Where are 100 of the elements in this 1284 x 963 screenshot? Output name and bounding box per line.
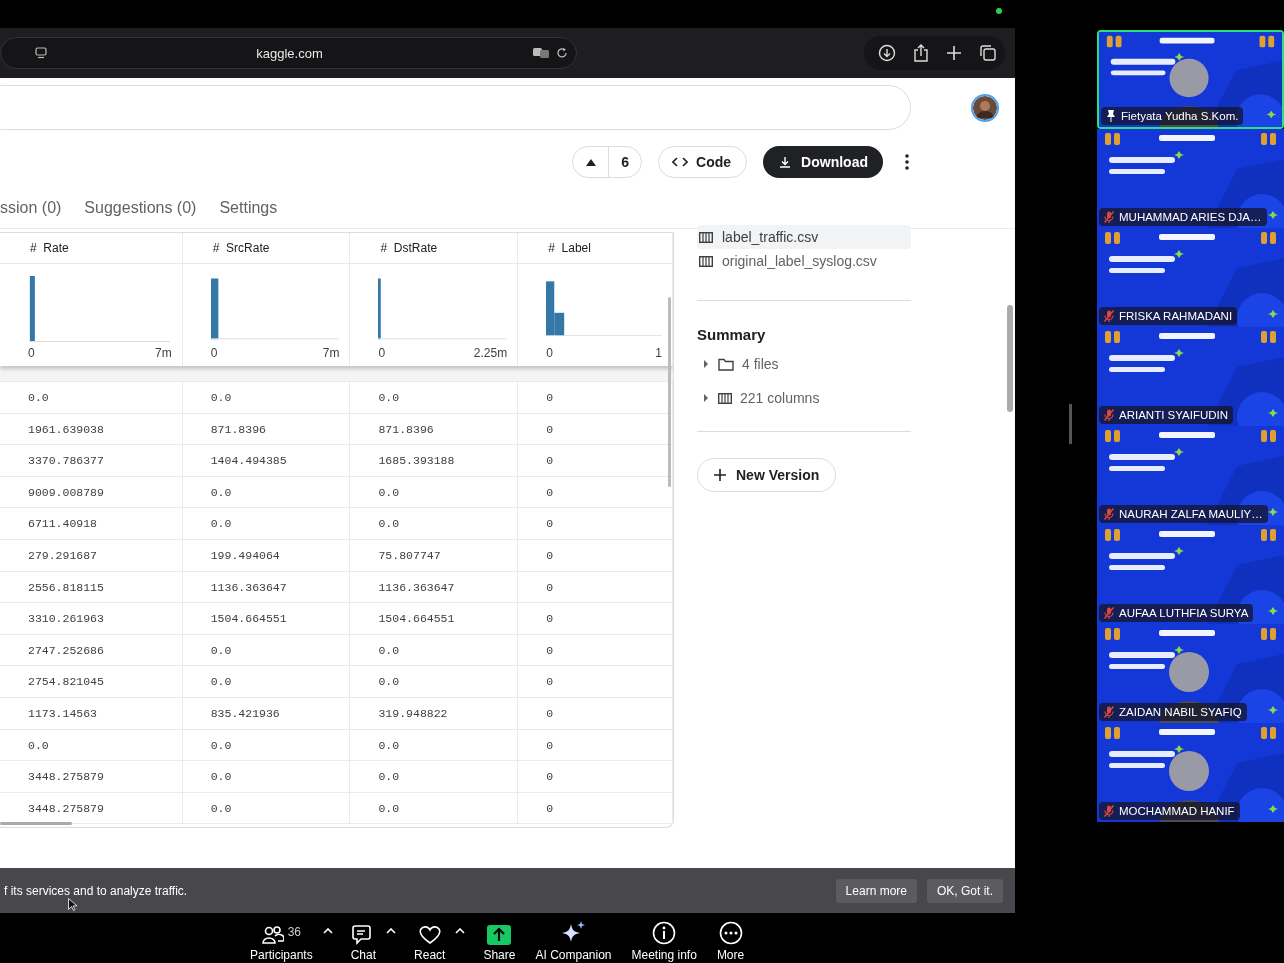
participant-name: NAURAH ZALFA MAULIY… xyxy=(1119,508,1263,520)
table-cell: 3448.275879 xyxy=(0,761,183,792)
file-item[interactable]: label_traffic.csv xyxy=(697,225,911,249)
table-cell: 0.0 xyxy=(350,508,519,539)
table-cell: 0 xyxy=(518,729,673,761)
video-tile[interactable]: Fietyata Yudha S.Kom. xyxy=(1097,30,1284,129)
axis-label: 2.25m xyxy=(473,346,508,360)
search-field[interactable] xyxy=(0,85,911,130)
table-cell: 1504.664551 xyxy=(182,603,351,634)
table-cell: 0.0 xyxy=(0,729,183,761)
page-scrollbar[interactable] xyxy=(1007,305,1013,412)
table-cell: 0.0 xyxy=(182,761,351,792)
table-cell: 0.0 xyxy=(350,634,519,666)
column-header[interactable]: # SrcRate xyxy=(182,233,351,263)
vertical-scrollbar[interactable] xyxy=(668,297,671,487)
expand-caret-icon[interactable] xyxy=(703,360,709,368)
video-tile[interactable]: FRISKA RAHMADANI xyxy=(1097,228,1284,327)
toolbar-button[interactable]: Meeting info xyxy=(621,913,707,963)
toolbar-button[interactable]: Chat xyxy=(340,913,387,963)
table-cell: 0 xyxy=(518,539,673,571)
participant-name: ZAIDAN NABIL SYAFIQ xyxy=(1119,706,1242,718)
toolbar-button[interactable]: AI Companion xyxy=(525,913,622,963)
address-bar[interactable]: kaggle.com xyxy=(0,37,577,69)
participant-name: AUFAA LUTHFIA SURYA xyxy=(1119,607,1249,619)
axis-label: 7m xyxy=(322,346,340,360)
tabs-icon[interactable] xyxy=(979,44,997,62)
download-button[interactable]: Download xyxy=(763,146,883,178)
table-cell: 0.0 xyxy=(350,476,519,508)
heart-icon xyxy=(417,925,442,945)
table-icon xyxy=(718,392,732,404)
table-cell: 0 xyxy=(518,571,673,603)
table-cell: 1504.664551 xyxy=(350,603,519,634)
video-tile[interactable]: AUFAA LUTHFIA SURYA xyxy=(1097,525,1284,624)
video-tile[interactable]: MUHAMMAD ARIES DJA… xyxy=(1097,129,1284,228)
table-cell: 1961.639038 xyxy=(0,413,183,445)
code-button[interactable]: Code xyxy=(658,146,748,178)
tab[interactable]: Suggestions (0) xyxy=(84,199,197,223)
participant-name: Fietyata Yudha S.Kom. xyxy=(1121,110,1239,122)
download-icon[interactable] xyxy=(878,44,896,62)
horizontal-scrollbar[interactable] xyxy=(0,822,72,825)
toolbar-button[interactable]: Share xyxy=(473,913,526,963)
banner-button[interactable]: Learn more xyxy=(835,878,917,903)
table-cell: 9009.008789 xyxy=(0,476,183,508)
caret-icon[interactable] xyxy=(386,928,397,934)
code-icon xyxy=(672,157,689,167)
table-cell: 0.0 xyxy=(0,382,183,413)
participant-name: ARIANTI SYAIFUDIN xyxy=(1119,409,1229,421)
column-header[interactable]: # Rate xyxy=(0,233,183,263)
file-item[interactable]: original_label_syslog.csv xyxy=(697,249,911,273)
column-header[interactable]: # Label xyxy=(518,233,673,263)
participant-name: MOCHAMMAD HANIF xyxy=(1119,805,1235,817)
caret-icon[interactable] xyxy=(322,928,333,934)
table-cell: 3310.261963 xyxy=(0,603,183,634)
column-header[interactable]: # DstRate xyxy=(350,233,519,263)
expand-caret-icon[interactable] xyxy=(703,394,709,402)
user-avatar-icon[interactable] xyxy=(971,93,999,122)
table-cell: 835.421936 xyxy=(182,697,351,729)
axis-label: 1 xyxy=(655,346,662,360)
banner-button[interactable]: OK, Got it. xyxy=(927,878,1003,903)
toolbar-button[interactable]: 36 Participants xyxy=(240,913,323,963)
table-cell: 6711.40918 xyxy=(0,508,183,539)
participant-name: MUHAMMAD ARIES DJA… xyxy=(1119,211,1262,223)
table-cell: 0.0 xyxy=(182,382,351,413)
resize-handle[interactable] xyxy=(1069,404,1072,444)
people-icon xyxy=(261,925,284,945)
plus-icon[interactable] xyxy=(946,45,962,61)
video-tile[interactable]: MOCHAMMAD HANIF xyxy=(1097,723,1284,822)
plus-icon xyxy=(714,469,726,481)
mouse-cursor-icon xyxy=(68,898,77,911)
tab[interactable]: ssion (0) xyxy=(0,199,62,223)
new-version-button[interactable]: New Version xyxy=(697,458,837,492)
tree-item[interactable]: 4 files xyxy=(697,347,911,381)
sidebar-icon[interactable] xyxy=(35,47,47,59)
table-cell: 871.8396 xyxy=(350,413,519,445)
toolbar-button[interactable]: React xyxy=(404,913,456,963)
caret-icon[interactable] xyxy=(455,928,466,934)
video-tile[interactable]: NAURAH ZALFA MAULIY… xyxy=(1097,426,1284,525)
table-cell: 0.0 xyxy=(182,476,351,508)
table-cell: 0 xyxy=(518,634,673,666)
tree-item[interactable]: 221 columns xyxy=(697,381,911,415)
video-tile[interactable]: ARIANTI SYAIFUDIN xyxy=(1097,327,1284,426)
table-cell: 0 xyxy=(518,697,673,729)
share-icon[interactable] xyxy=(913,44,929,62)
table-cell: 0 xyxy=(518,666,673,697)
more-options-icon[interactable] xyxy=(905,154,909,170)
axis-label: 0 xyxy=(378,346,386,360)
translate-icon[interactable] xyxy=(532,47,550,59)
cookie-notice: f its services and to analyze traffic. xyxy=(4,883,188,898)
toolbar-button[interactable]: More xyxy=(706,913,755,963)
table-cell: 1136.363647 xyxy=(350,571,519,603)
up-arrow-icon xyxy=(586,158,597,166)
table-cell: 0 xyxy=(518,792,673,824)
table-icon xyxy=(699,255,713,267)
vote-count: 6 xyxy=(608,147,642,177)
table-cell: 1136.363647 xyxy=(182,571,351,603)
participant-name: FRISKA RAHMADANI xyxy=(1119,310,1233,322)
video-tile[interactable]: ZAIDAN NABIL SYAFIQ xyxy=(1097,624,1284,723)
tab[interactable]: Settings xyxy=(219,199,278,223)
reload-icon[interactable] xyxy=(556,47,568,59)
table-cell: 0.0 xyxy=(350,792,519,824)
